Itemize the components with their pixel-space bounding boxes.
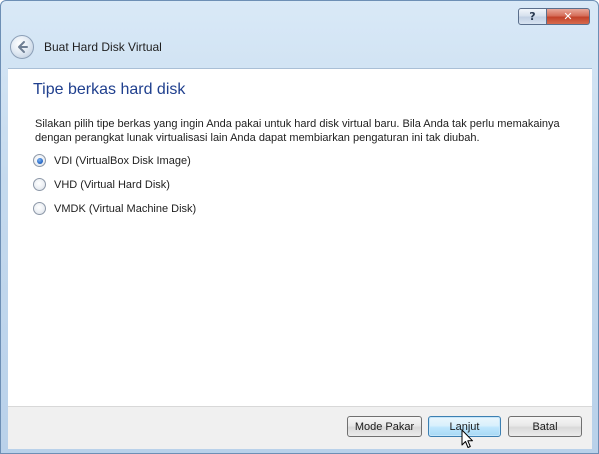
back-button[interactable] (10, 34, 34, 59)
radio-vdi-label: VDI (VirtualBox Disk Image) (54, 154, 191, 167)
dialog-window: ? ✕ Buat Hard Disk Virtual Tipe berkas h… (0, 0, 599, 454)
wizard-page: Tipe berkas hard disk Silakan pilih tipe… (8, 68, 592, 406)
radio-vmdk[interactable]: VMDK (Virtual Machine Disk) (33, 202, 196, 215)
arrow-left-icon (18, 40, 28, 53)
wizard-header: Buat Hard Disk Virtual (7, 29, 592, 64)
expert-mode-button[interactable]: Mode Pakar (347, 416, 422, 437)
radio-vmdk-label: VMDK (Virtual Machine Disk) (54, 202, 197, 215)
page-description: Silakan pilih tipe berkas yang ingin And… (35, 118, 560, 144)
radio-vhd-indicator[interactable] (33, 178, 46, 191)
wizard-title: Buat Hard Disk Virtual (44, 39, 162, 54)
radio-vmdk-indicator[interactable] (33, 202, 46, 215)
radio-vhd-label: VHD (Virtual Hard Disk) (54, 178, 170, 191)
close-button[interactable]: ✕ (547, 8, 590, 25)
cancel-button[interactable]: Batal (508, 416, 582, 437)
page-title: Tipe berkas hard disk (33, 81, 186, 98)
radio-vdi-indicator[interactable] (33, 154, 46, 167)
radio-vhd[interactable]: VHD (Virtual Hard Disk) (33, 178, 170, 191)
mouse-cursor-icon (461, 429, 473, 448)
help-button[interactable]: ? (518, 8, 547, 25)
button-bar: Mode Pakar Lanjut Batal (8, 406, 592, 449)
radio-vdi[interactable]: VDI (VirtualBox Disk Image) (33, 154, 191, 167)
caption-buttons: ? ✕ (518, 8, 590, 25)
